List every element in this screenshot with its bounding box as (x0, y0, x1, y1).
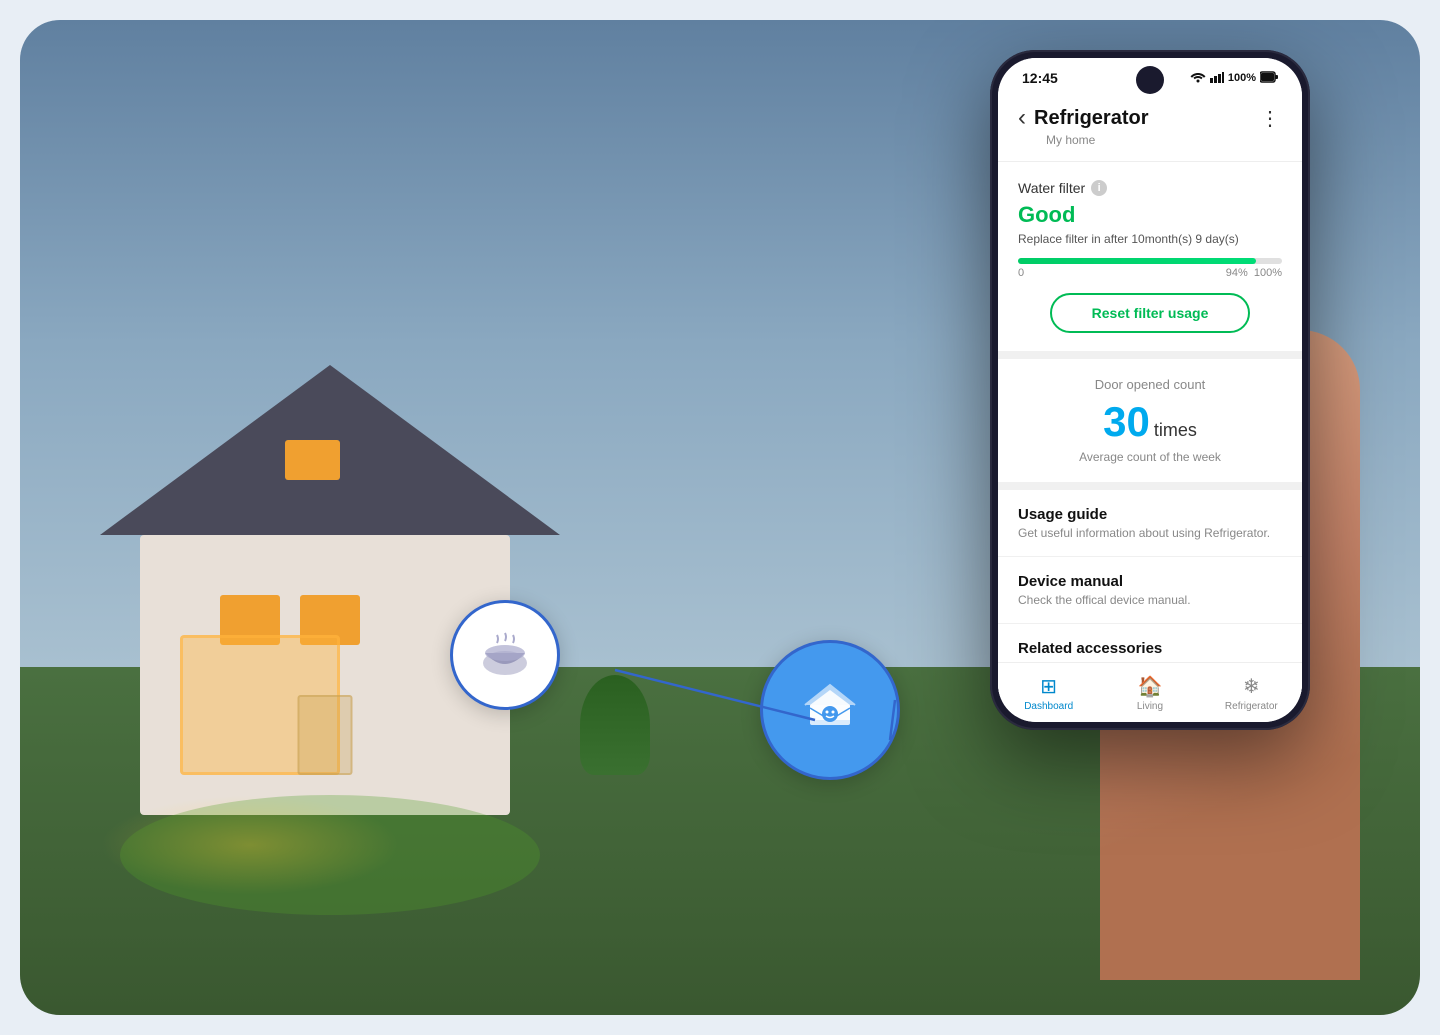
camera-notch (1136, 66, 1164, 94)
water-filter-label: Water filter i (1018, 180, 1282, 196)
phone-screen: 12:45 100% (998, 58, 1302, 722)
light-glow (100, 795, 400, 895)
home-envelope-icon-circle[interactable] (760, 640, 900, 780)
house-door (298, 695, 353, 775)
usage-guide-title: Usage guide (1018, 506, 1282, 523)
usage-guide-subtitle: Get useful information about using Refri… (1018, 526, 1282, 540)
page-title: Refrigerator (1034, 107, 1148, 130)
status-time: 12:45 (1022, 70, 1058, 86)
back-button[interactable]: ‹ (1018, 104, 1026, 132)
battery-icon: 100% (1228, 72, 1256, 84)
home-envelope-svg (790, 670, 870, 750)
refrigerator-icon: ❄ (1243, 674, 1260, 699)
dashboard-icon: ⊞ (1040, 674, 1057, 699)
door-avg-label: Average count of the week (1018, 450, 1282, 464)
nav-item-refrigerator[interactable]: ❄ Refrigerator (1201, 674, 1302, 712)
nav-item-dashboard[interactable]: ⊞ Dashboard (998, 674, 1099, 712)
device-manual-title: Device manual (1018, 573, 1282, 590)
replace-text: Replace filter in after 10month(s) 9 day… (1018, 232, 1282, 246)
phone-device: 12:45 100% (990, 50, 1310, 730)
app-header: ‹ Refrigerator ⋮ My home (998, 94, 1302, 162)
tree (580, 675, 650, 775)
bar-end-label: 94% 100% (1226, 267, 1282, 279)
nav-label-dashboard: Dashboard (1024, 701, 1073, 712)
status-icons: 100% (1190, 71, 1278, 86)
reset-filter-button[interactable]: Reset filter usage (1050, 293, 1251, 333)
app-content: Water filter i Good Replace filter in af… (998, 162, 1302, 716)
bowl-icon-circle[interactable] (450, 600, 560, 710)
related-accessories-title: Related accessories (1018, 640, 1282, 657)
skylight-window (285, 440, 340, 480)
bar-labels: 0 94% 100% (1018, 267, 1282, 279)
filter-bar-background (1018, 258, 1282, 264)
device-manual-item[interactable]: Device manual Check the offical device m… (998, 557, 1302, 624)
water-filter-section: Water filter i Good Replace filter in af… (998, 162, 1302, 359)
bar-start-label: 0 (1018, 267, 1024, 279)
nav-label-refrigerator: Refrigerator (1225, 701, 1278, 712)
door-count-number: 30 (1103, 398, 1150, 446)
living-icon: 🏠 (1138, 674, 1163, 699)
wifi-icon (1190, 71, 1206, 86)
door-count-section: Door opened count 30 times Average count… (998, 359, 1302, 490)
door-count-unit: times (1154, 420, 1197, 441)
door-count-label: Door opened count (1018, 377, 1282, 392)
bottom-nav: ⊞ Dashboard 🏠 Living ❄ Refrigerator (998, 662, 1302, 716)
filter-status: Good (1018, 202, 1282, 228)
background-scene: 12:45 100% (20, 20, 1420, 1015)
battery-graphic (1260, 71, 1278, 86)
info-icon[interactable]: i (1091, 180, 1107, 196)
filter-bar-fill (1018, 258, 1256, 264)
phone-wrap: 12:45 100% (940, 30, 1360, 980)
page-subtitle: My home (1046, 133, 1282, 147)
door-count-row: 30 times (1018, 398, 1282, 446)
filter-bar: 0 94% 100% (1018, 258, 1282, 279)
nav-item-living[interactable]: 🏠 Living (1099, 674, 1200, 712)
device-manual-subtitle: Check the offical device manual. (1018, 593, 1282, 607)
more-options-button[interactable]: ⋮ (1260, 106, 1282, 131)
nav-label-living: Living (1137, 701, 1163, 712)
bowl-svg (475, 625, 535, 685)
signal-icon (1210, 71, 1224, 86)
usage-guide-item[interactable]: Usage guide Get useful information about… (998, 490, 1302, 557)
